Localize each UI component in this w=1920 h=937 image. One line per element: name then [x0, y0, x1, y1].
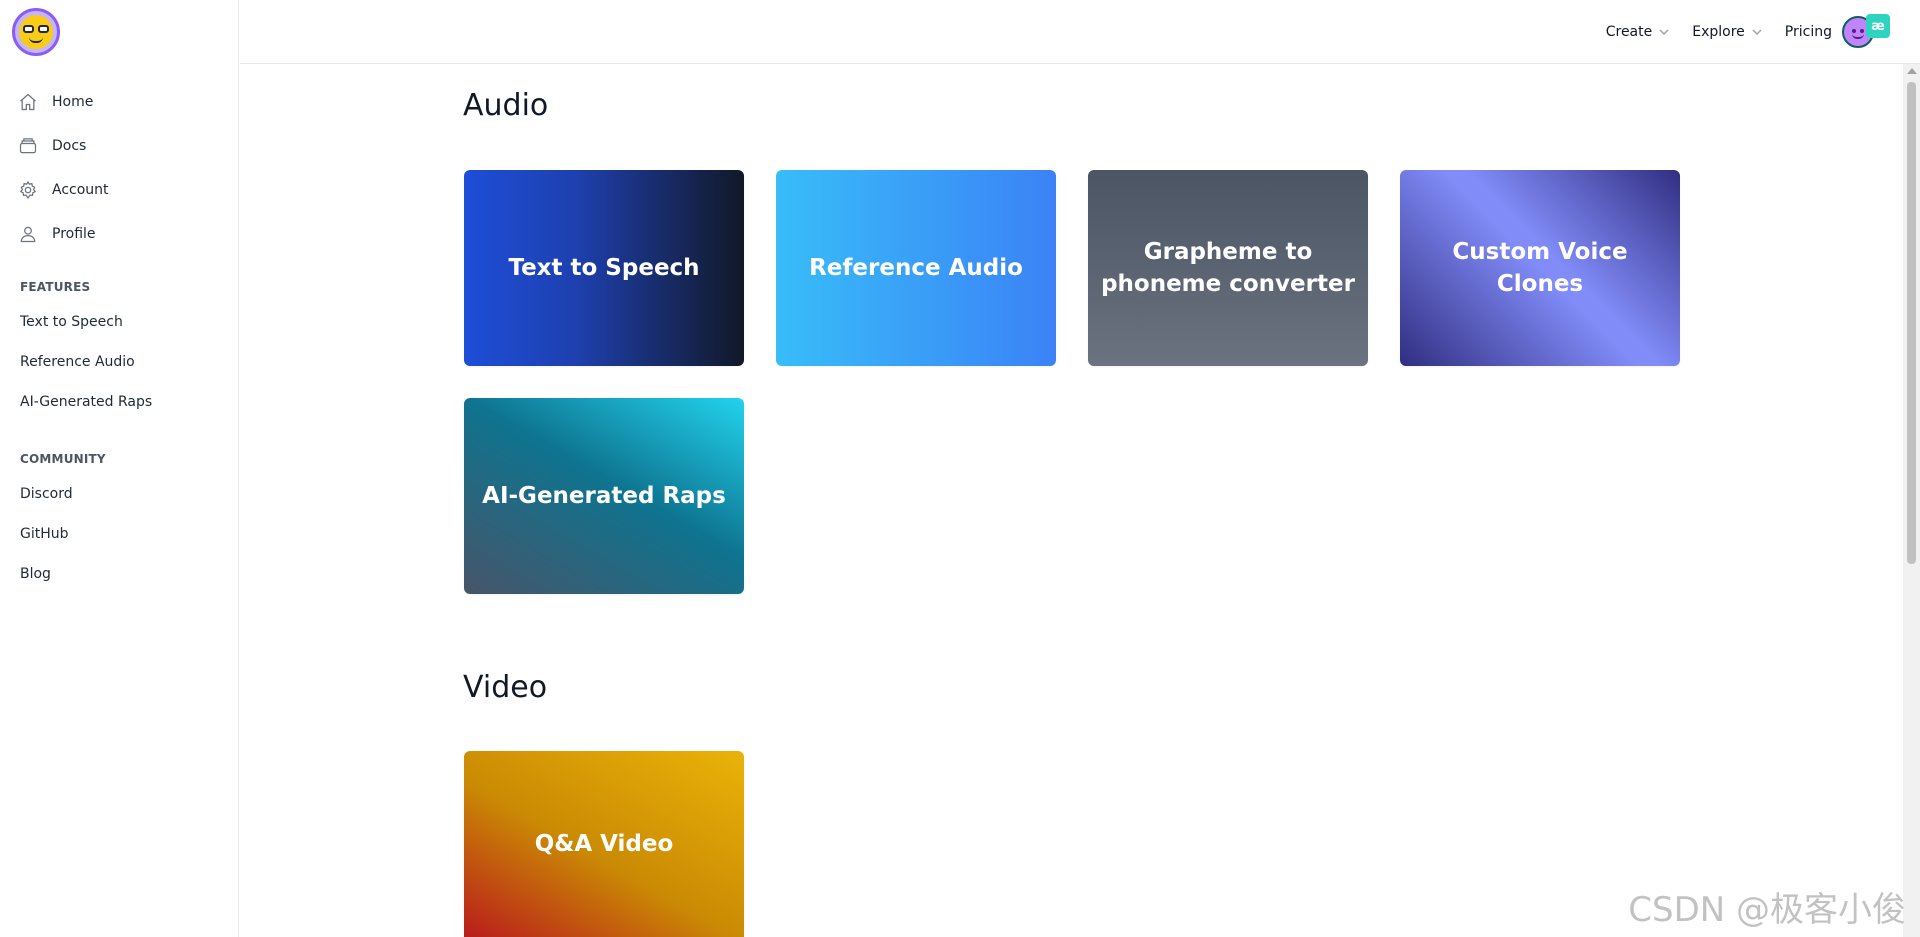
sidebar-item-account[interactable]: Account — [0, 168, 239, 212]
sidebar-item-label: Account — [52, 182, 109, 198]
chevron-down-icon — [1658, 26, 1670, 38]
create-menu[interactable]: Create — [1606, 24, 1671, 40]
card-text-to-speech[interactable]: Text to Speech — [464, 170, 744, 366]
top-bar: Create Explore Pricing æ — [240, 0, 1920, 64]
sidebar-item-ai-generated-raps[interactable]: AI-Generated Raps — [0, 382, 239, 422]
card-reference-audio[interactable]: Reference Audio — [776, 170, 1056, 366]
pricing-link[interactable]: Pricing — [1785, 24, 1832, 40]
sidebar-item-blog[interactable]: Blog — [0, 554, 239, 594]
features-section-title: FEATURES — [20, 280, 91, 294]
features-list: Text to Speech Reference Audio AI-Genera… — [0, 302, 239, 422]
community-list: Discord GitHub Blog — [0, 474, 239, 594]
user-menu[interactable]: æ — [1842, 14, 1892, 50]
scroll-up-arrow-icon[interactable] — [1907, 68, 1917, 74]
sidebar-item-docs[interactable]: Docs — [0, 124, 239, 168]
sidebar-item-label: Docs — [52, 138, 87, 154]
card-ai-generated-raps[interactable]: AI-Generated Raps — [464, 398, 744, 594]
community-section-title: COMMUNITY — [20, 452, 106, 466]
sidebar-item-label: Home — [52, 94, 94, 110]
avatar-badge: æ — [1866, 14, 1890, 38]
sidebar-item-home[interactable]: Home — [0, 80, 239, 124]
audio-heading: Audio — [463, 88, 549, 123]
sidebar-item-profile[interactable]: Profile — [0, 212, 239, 256]
user-icon — [18, 224, 38, 244]
create-label: Create — [1605, 24, 1653, 40]
sidebar-item-github[interactable]: GitHub — [0, 514, 239, 554]
chevron-down-icon — [1751, 26, 1763, 38]
card-qa-video[interactable]: Q&A Video — [464, 751, 744, 937]
sidebar-item-discord[interactable]: Discord — [0, 474, 239, 514]
gear-icon — [18, 180, 38, 200]
docs-icon — [18, 136, 38, 156]
scrollbar[interactable] — [1903, 64, 1920, 937]
sidebar-main-nav: Home Docs Account Profile — [0, 80, 239, 256]
home-icon — [18, 92, 38, 112]
sidebar-item-reference-audio[interactable]: Reference Audio — [0, 342, 239, 382]
logo-icon[interactable] — [12, 8, 60, 56]
video-heading: Video — [463, 670, 548, 705]
sidebar-item-text-to-speech[interactable]: Text to Speech — [0, 302, 239, 342]
sidebar: Home Docs Account Profile FEATURES Text … — [0, 0, 239, 937]
card-grapheme-to-phoneme[interactable]: Grapheme to phoneme converter — [1088, 170, 1368, 366]
watermark: CSDN @极客小俊 — [1628, 890, 1906, 930]
explore-menu[interactable]: Explore — [1692, 24, 1763, 40]
top-nav: Create Explore Pricing — [1606, 0, 1832, 64]
scrollbar-thumb[interactable] — [1907, 82, 1916, 564]
card-custom-voice-clones[interactable]: Custom Voice Clones — [1400, 170, 1680, 366]
sidebar-item-label: Profile — [52, 226, 96, 242]
explore-label: Explore — [1692, 24, 1745, 40]
